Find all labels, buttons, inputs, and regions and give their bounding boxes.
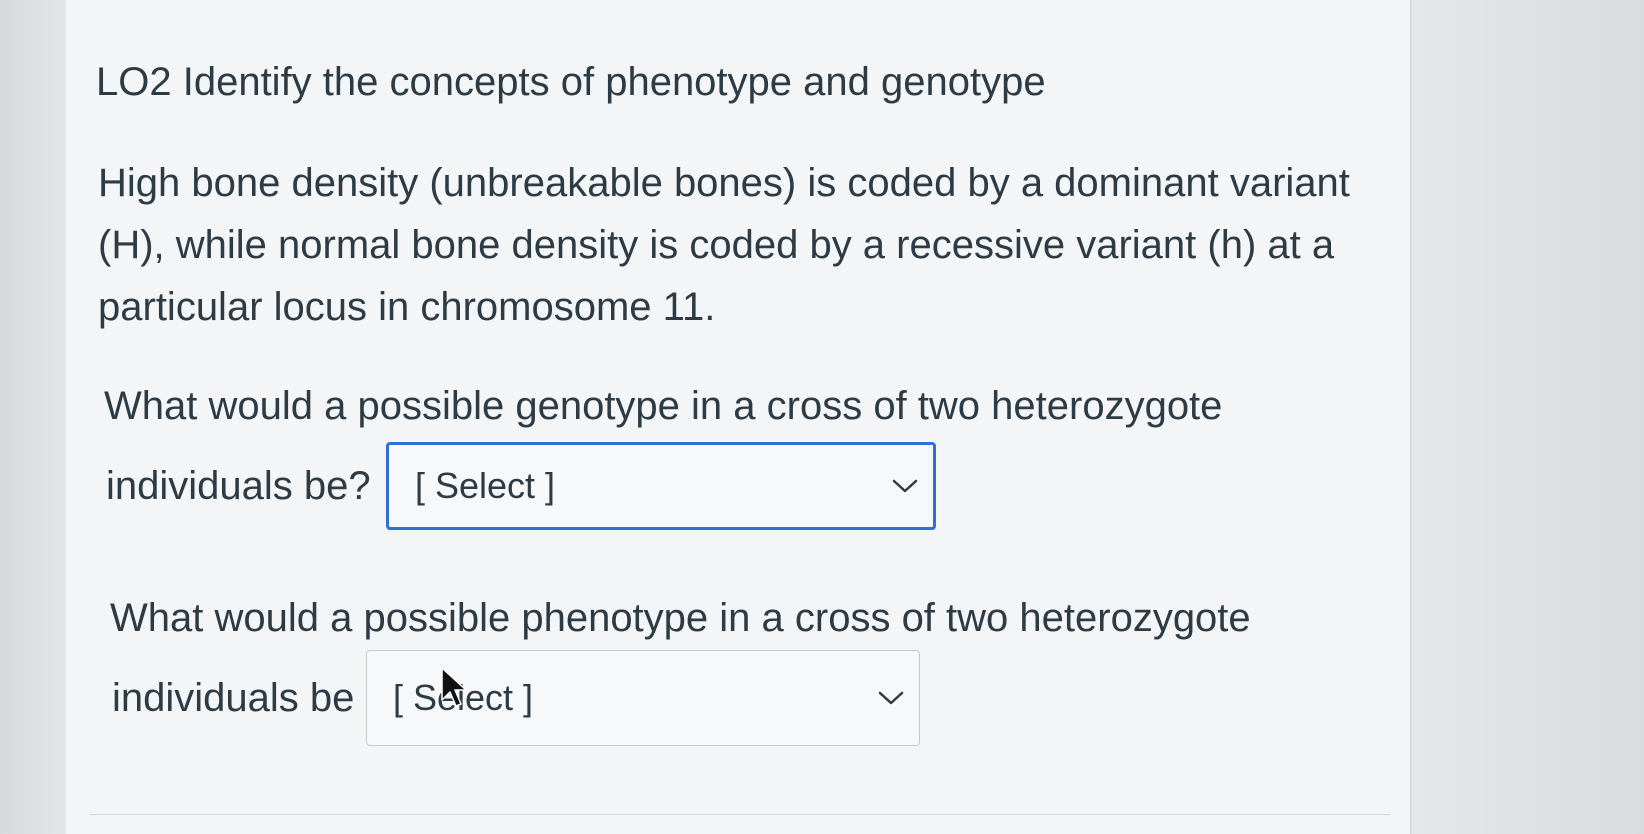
chevron-down-icon (892, 479, 918, 493)
phenotype-select-value: [ Select ] (393, 677, 534, 718)
genotype-question-line1: What would a possible genotype in a cros… (104, 384, 1223, 428)
screen-right-margin (1410, 0, 1644, 834)
question-description: High bone density (unbreakable bones) is… (98, 161, 1350, 329)
learning-objective-title: LO2 Identify the concepts of phenotype a… (96, 60, 1046, 104)
phenotype-question-line2: individuals be (112, 676, 355, 720)
genotype-select[interactable]: [ Select ] (386, 442, 936, 530)
phenotype-select[interactable]: [ Select ] (366, 650, 920, 746)
screen-left-margin (0, 0, 67, 834)
phenotype-question-line1: What would a possible phenotype in a cro… (110, 596, 1251, 640)
genotype-select-value: [ Select ] (415, 465, 556, 506)
divider (90, 814, 1390, 815)
chevron-down-icon (878, 691, 904, 705)
genotype-question-line2: individuals be? (106, 464, 371, 508)
